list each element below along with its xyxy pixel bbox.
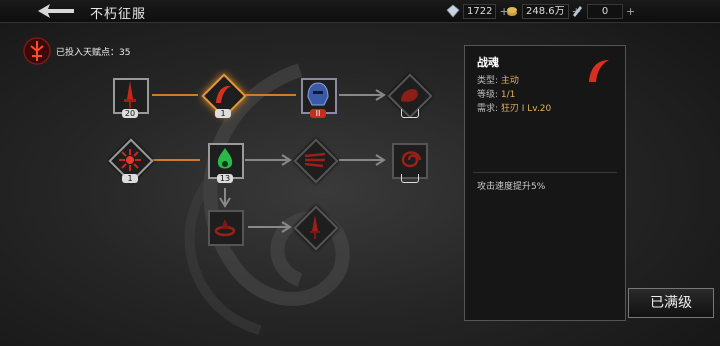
talent-node-arm[interactable] — [387, 73, 433, 119]
requirement-value: 狂刃 I Lv.20 — [500, 104, 552, 114]
diamond-value: 1722 — [463, 3, 497, 19]
talent-node-flame[interactable]: 13 — [205, 140, 245, 183]
maxed-level-button[interactable]: 已满级 — [628, 288, 714, 318]
dagger-icon — [310, 215, 320, 239]
resource-diamond: 1722 + — [446, 3, 509, 19]
crystal-value: 0 — [587, 3, 623, 19]
node-level-badge: 1 — [122, 174, 138, 183]
gold-coins-icon — [505, 4, 519, 18]
talent-node-slash[interactable] — [293, 138, 339, 184]
requirement-label: 需求: — [477, 104, 499, 114]
node-level-badge: II — [310, 109, 326, 118]
ring-icon — [214, 219, 236, 237]
talent-level-row: 等级: 1/1 — [477, 87, 515, 100]
invested-points-label: 已投入天赋点：35 — [56, 47, 131, 58]
talent-name: 战魂 — [477, 56, 499, 69]
talent-type-row: 类型: 主动 — [477, 73, 519, 86]
invested-points: 已投入天赋点：35 — [22, 36, 130, 66]
top-bar: 不朽征服 1722 + 248.6万 + 0 + — [0, 0, 720, 23]
level-value: 1/1 — [500, 90, 516, 100]
gem-icon — [446, 4, 460, 18]
talent-node-burst[interactable]: 1 — [108, 138, 154, 184]
lock-icon — [401, 174, 419, 183]
talent-node-vortex[interactable] — [389, 140, 429, 183]
slash-icon — [304, 152, 326, 168]
page-title: 不朽征服 — [90, 7, 147, 22]
node-level-badge: 20 — [122, 109, 138, 118]
claw-slash-icon — [589, 60, 609, 82]
talent-node-shield[interactable]: II — [298, 75, 338, 118]
crystal-icon — [570, 4, 584, 18]
lock-icon — [401, 109, 419, 118]
node-level-badge: 13 — [217, 174, 233, 183]
talent-description: 攻击速度提升5% — [477, 182, 546, 192]
talent-node-dagger[interactable] — [293, 205, 339, 251]
talent-node-sword[interactable]: 20 — [110, 75, 150, 118]
type-value: 主动 — [500, 76, 519, 86]
level-label: 等级: — [477, 90, 499, 100]
talent-rune-icon — [23, 37, 51, 65]
talent-node-ring[interactable] — [205, 207, 245, 247]
talent-detail-panel: 战魂 类型: 主动 等级: 1/1 需求: 狂刃 I Lv.20 攻击速度提升5… — [464, 45, 626, 321]
talent-requirement-row: 需求: 狂刃 I Lv.20 — [477, 101, 551, 114]
divider — [473, 172, 617, 173]
back-arrow-icon[interactable] — [34, 1, 78, 21]
node-level-badge: 1 — [215, 109, 231, 118]
resource-crystal: 0 + — [570, 3, 635, 19]
talent-node-war-soul[interactable]: 1 — [201, 73, 247, 119]
type-label: 类型: — [477, 76, 499, 86]
crystal-add-button[interactable]: + — [626, 5, 635, 18]
gold-value: 248.6万 — [522, 3, 569, 19]
